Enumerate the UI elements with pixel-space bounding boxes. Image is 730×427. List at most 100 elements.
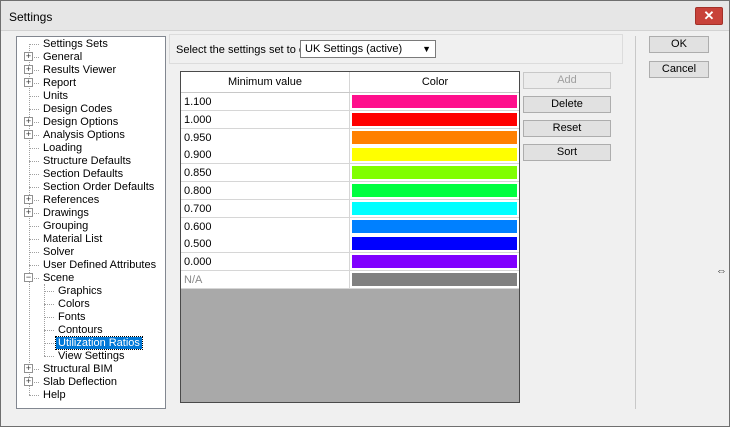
tree-item-contours[interactable]: Contours — [56, 324, 105, 337]
tree-item-label: Analysis Options — [43, 129, 125, 141]
color-cell[interactable] — [351, 253, 519, 270]
tree-item-units[interactable]: Units — [41, 90, 70, 103]
column-header-color[interactable]: Color — [351, 72, 519, 92]
tree-item-scene[interactable]: Scene — [41, 272, 76, 285]
tree-item-label: Utilization Ratios — [55, 336, 143, 350]
tree-item-analysis-options[interactable]: Analysis Options — [41, 129, 127, 142]
table-row[interactable]: 0.500 — [181, 235, 519, 254]
collapse-icon[interactable]: − — [24, 273, 33, 282]
tree-item-help[interactable]: Help — [41, 389, 68, 402]
tree-item-label: Colors — [58, 298, 90, 310]
tree-item-colors[interactable]: Colors — [56, 298, 92, 311]
expand-icon[interactable]: + — [24, 65, 33, 74]
table-row[interactable]: 1.100 — [181, 93, 519, 111]
color-cell[interactable] — [351, 218, 519, 235]
tree-item-material-list[interactable]: Material List — [41, 233, 104, 246]
table-row[interactable]: N/A — [181, 271, 519, 289]
tree-connector-line — [29, 239, 39, 240]
tree-item-label: Design Options — [43, 116, 119, 128]
color-cell[interactable] — [351, 129, 519, 146]
color-cell[interactable] — [351, 111, 519, 128]
color-cell[interactable] — [351, 271, 519, 288]
tree-item-structural-bim[interactable]: Structural BIM — [41, 363, 115, 376]
tree-item-label: Drawings — [43, 207, 89, 219]
tree-item-settings-sets[interactable]: Settings Sets — [41, 38, 110, 51]
reset-button[interactable]: Reset — [523, 120, 611, 137]
tree-item-general[interactable]: General — [41, 51, 84, 64]
expand-icon[interactable]: + — [24, 208, 33, 217]
minimum-value-cell[interactable]: 0.900 — [181, 146, 350, 164]
minimum-value-cell[interactable]: 0.700 — [181, 199, 350, 217]
tree-item-results-viewer[interactable]: Results Viewer — [41, 64, 118, 77]
expand-icon[interactable]: + — [24, 377, 33, 386]
minimum-value-cell[interactable]: 0.800 — [181, 182, 350, 199]
resize-handle-icon[interactable]: ⇔ — [716, 265, 727, 277]
tree-item-grouping[interactable]: Grouping — [41, 220, 90, 233]
cancel-button[interactable]: Cancel — [649, 61, 709, 78]
expand-icon[interactable]: + — [24, 117, 33, 126]
tree-connector-line — [29, 44, 39, 45]
minimum-value-cell[interactable]: N/A — [181, 271, 350, 288]
color-cell[interactable] — [351, 200, 519, 217]
grid-header: Minimum value Color — [181, 72, 519, 93]
expand-icon[interactable]: + — [24, 130, 33, 139]
tree-item-drawings[interactable]: Drawings — [41, 207, 91, 220]
settings-tree[interactable]: Settings Sets + General + Results Viewer + Rep… — [16, 36, 166, 409]
color-cell[interactable] — [351, 235, 519, 252]
color-cell[interactable] — [351, 182, 519, 199]
ok-button[interactable]: OK — [649, 36, 709, 53]
title-bar: Settings ✕ — [1, 1, 729, 31]
table-row[interactable]: 0.000 — [181, 253, 519, 272]
tree-item-label: Results Viewer — [43, 64, 117, 76]
table-row[interactable]: 0.700 — [181, 199, 519, 218]
tree-item-label: Graphics — [58, 285, 103, 297]
tree-item-solver[interactable]: Solver — [41, 246, 76, 259]
expand-icon[interactable]: + — [24, 78, 33, 87]
tree-item-design-codes[interactable]: Design Codes — [41, 103, 114, 116]
delete-button[interactable]: Delete — [523, 96, 611, 113]
tree-item-label: Slab Deflection — [43, 376, 117, 388]
tree-item-loading[interactable]: Loading — [41, 142, 84, 155]
tree-item-label: Contours — [58, 324, 103, 336]
minimum-value-cell[interactable]: 0.500 — [181, 235, 350, 253]
table-row[interactable]: 0.850 — [181, 164, 519, 183]
minimum-value-cell[interactable]: 0.600 — [181, 217, 350, 235]
color-cell[interactable] — [351, 146, 519, 163]
table-row[interactable]: 0.800 — [181, 182, 519, 200]
tree-item-user-defined-attributes[interactable]: User Defined Attributes — [41, 259, 158, 272]
minimum-value-cell[interactable]: 1.000 — [181, 110, 350, 128]
minimum-value-cell[interactable]: 0.000 — [181, 253, 350, 271]
minimum-value-cell[interactable]: 1.100 — [181, 93, 350, 110]
settings-set-select[interactable]: UK Settings (active) ▼ — [300, 40, 436, 58]
tree-item-section-defaults[interactable]: Section Defaults — [41, 168, 125, 181]
tree-item-utilization-ratios[interactable]: Utilization Ratios — [55, 336, 143, 350]
table-row[interactable]: 0.950 — [181, 128, 519, 147]
tree-item-fonts[interactable]: Fonts — [56, 311, 88, 324]
minimum-value-cell[interactable]: 0.850 — [181, 164, 350, 182]
add-button[interactable]: Add — [523, 72, 611, 89]
sort-button[interactable]: Sort — [523, 144, 611, 161]
tree-item-graphics[interactable]: Graphics — [56, 285, 104, 298]
tree-item-label: Settings Sets — [43, 38, 108, 50]
tree-item-report[interactable]: Report — [41, 77, 78, 90]
table-row[interactable]: 0.600 — [181, 217, 519, 236]
tree-item-structure-defaults[interactable]: Structure Defaults — [41, 155, 133, 168]
tree-item-section-order-defaults[interactable]: Section Order Defaults — [41, 181, 156, 194]
close-button[interactable]: ✕ — [695, 7, 723, 25]
tree-item-slab-deflection[interactable]: Slab Deflection — [41, 376, 119, 389]
table-row[interactable]: 0.900 — [181, 146, 519, 165]
table-row[interactable]: 1.000 — [181, 110, 519, 129]
color-cell[interactable] — [351, 164, 519, 181]
tree-item-design-options[interactable]: Design Options — [41, 116, 120, 129]
tree-connector-line — [29, 174, 39, 175]
tree-item-references[interactable]: References — [41, 194, 101, 207]
minimum-value-cell[interactable]: 0.950 — [181, 128, 350, 146]
expand-icon[interactable]: + — [24, 195, 33, 204]
column-header-minimum-value[interactable]: Minimum value — [181, 72, 350, 92]
color-cell[interactable] — [351, 93, 519, 110]
expand-icon[interactable]: + — [24, 52, 33, 61]
utilization-grid: Minimum value Color 1.100 1.000 0.950 0.900… — [180, 71, 520, 403]
tree-connector-line — [44, 284, 45, 356]
expand-icon[interactable]: + — [24, 364, 33, 373]
tree-item-view-settings[interactable]: View Settings — [56, 350, 126, 363]
